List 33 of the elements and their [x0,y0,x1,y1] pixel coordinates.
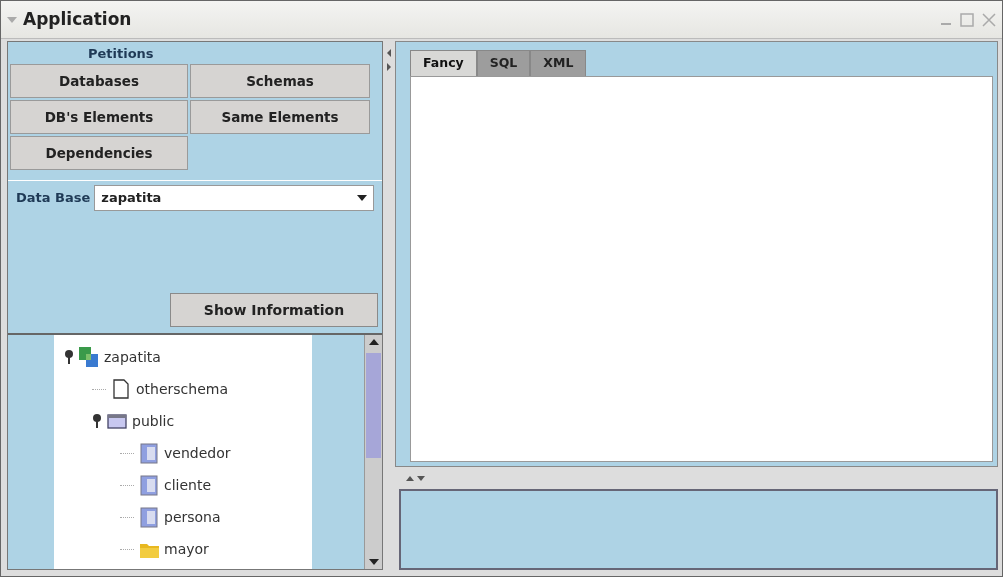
window-title: Application [23,7,132,31]
tree-item[interactable]: mayor [164,538,209,560]
scroll-thumb[interactable] [366,353,381,458]
database-icon [78,346,100,368]
petition-button[interactable]: Schemas [190,64,370,98]
tree-item[interactable]: public [132,410,175,432]
field-label: Data Base [16,189,91,208]
section-label: Petitions [87,45,155,63]
petition-button[interactable]: Databases [10,64,188,98]
petition-button[interactable]: DB's Elements [10,100,188,134]
table-icon [138,442,160,464]
database-dropdown[interactable]: zapatita [94,185,374,211]
tab[interactable]: Fancy [410,50,477,76]
splitter-arrows-icon[interactable] [405,474,427,482]
tree-item[interactable]: otherschema [136,378,228,400]
dropdown-arrow-icon [357,195,367,201]
show-information-button[interactable]: Show Information [170,293,378,327]
petition-button[interactable]: Dependencies [10,136,188,170]
tree-item[interactable]: cliente [164,474,212,496]
expand-toggle-icon[interactable] [92,413,102,429]
table-icon [138,474,160,496]
petition-button[interactable]: Same Elements [190,100,370,134]
tree-item[interactable]: vendedor [164,442,231,464]
scrollbar[interactable] [364,335,382,569]
tab[interactable]: XML [530,50,587,76]
collapse-right-icon[interactable] [386,63,392,71]
table-icon [138,506,160,528]
tree-item[interactable]: persona [164,506,221,528]
document-icon [110,378,132,400]
expand-toggle-icon[interactable] [64,349,74,365]
tab[interactable]: SQL [476,50,531,76]
tree-item[interactable]: zapatita [104,346,161,368]
collapse-left-icon[interactable] [386,49,392,57]
